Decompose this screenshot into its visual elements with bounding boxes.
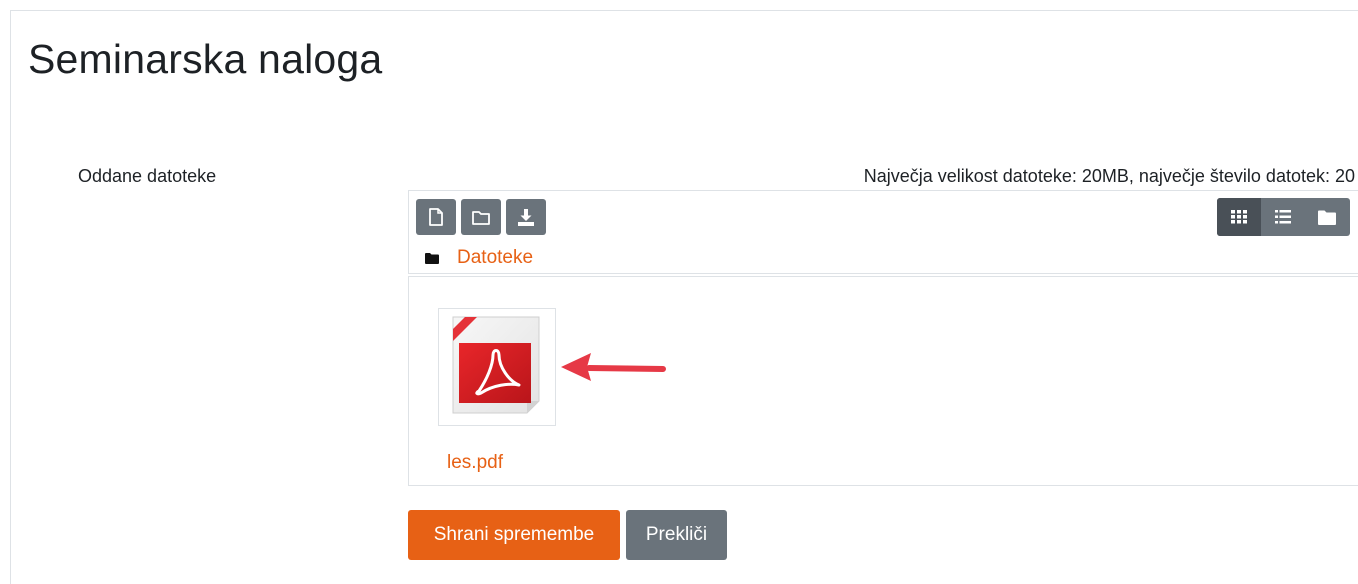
breadcrumb-root-link[interactable]: Datoteke (457, 247, 533, 269)
create-folder-button[interactable] (461, 199, 501, 235)
annotation-arrow (561, 353, 666, 381)
folder-icon (425, 252, 439, 264)
filepicker-toolbar: Datoteke (408, 190, 1358, 274)
cancel-button[interactable]: Prekliči (626, 510, 727, 560)
file-limits-text: Največja velikost datoteke: 20MB, največ… (863, 166, 1355, 186)
page-title: Seminarska naloga (28, 36, 383, 82)
grid-view-button[interactable] (1217, 198, 1261, 236)
file-icon (429, 208, 443, 226)
add-file-button[interactable] (416, 199, 456, 235)
download-icon (518, 208, 534, 226)
list-view-icon (1275, 210, 1291, 224)
breadcrumb: Datoteke (425, 247, 533, 269)
list-view-button[interactable] (1261, 198, 1305, 236)
save-button[interactable]: Shrani spremembe (408, 510, 620, 560)
download-button[interactable] (506, 199, 546, 235)
file-name-link[interactable]: les.pdf (447, 452, 503, 474)
field-label: Oddane datoteke (78, 166, 217, 186)
folder-outline-icon (472, 210, 490, 225)
filepicker-content: les.pdf (408, 276, 1358, 486)
file-tile[interactable] (438, 308, 556, 426)
folder-tree-view-icon (1318, 210, 1336, 225)
view-mode-switcher (1217, 198, 1350, 236)
pdf-file-icon (452, 316, 540, 414)
tree-view-button[interactable] (1305, 198, 1349, 236)
grid-view-icon (1231, 210, 1247, 224)
